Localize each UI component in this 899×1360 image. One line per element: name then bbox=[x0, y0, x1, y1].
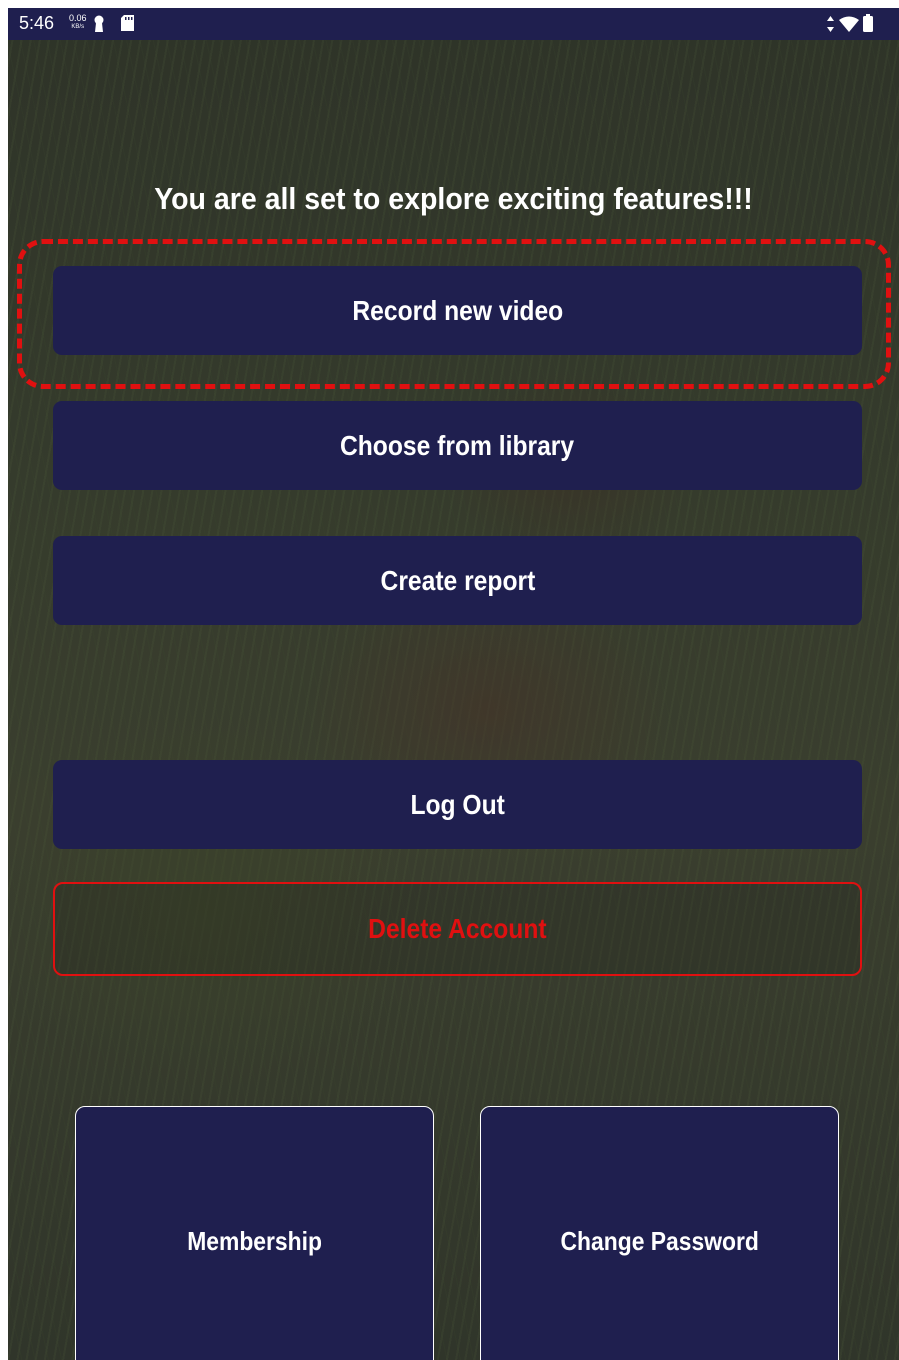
create-report-label: Create report bbox=[380, 564, 535, 596]
battery-icon bbox=[863, 14, 873, 36]
status-bar: 5:46 0.06 KB/s bbox=[8, 8, 899, 40]
delete-account-label: Delete Account bbox=[368, 913, 547, 944]
status-time: 5:46 bbox=[19, 13, 55, 33]
choose-from-library-button[interactable]: Choose from library bbox=[53, 401, 862, 490]
choose-from-library-label: Choose from library bbox=[340, 429, 575, 461]
wifi-icon bbox=[838, 16, 863, 36]
change-password-tile[interactable]: Change Password bbox=[480, 1106, 839, 1360]
membership-tile[interactable]: Membership bbox=[75, 1106, 434, 1360]
page-headline: You are all set to explore exciting feat… bbox=[154, 181, 753, 216]
app-screen: 5:46 0.06 KB/s You are all set to explor… bbox=[8, 8, 899, 1360]
network-speed: 0.06 KB/s bbox=[69, 14, 87, 32]
record-new-video-label: Record new video bbox=[352, 294, 563, 326]
status-right-icons bbox=[827, 14, 873, 37]
membership-label: Membership bbox=[187, 1225, 322, 1256]
sd-card-icon bbox=[121, 15, 134, 36]
log-out-button[interactable]: Log Out bbox=[53, 760, 862, 849]
network-speed-unit: KB/s bbox=[71, 24, 85, 30]
delete-account-button[interactable]: Delete Account bbox=[53, 882, 862, 976]
create-report-button[interactable]: Create report bbox=[53, 536, 862, 625]
log-out-label: Log Out bbox=[410, 788, 505, 820]
record-new-video-button[interactable]: Record new video bbox=[53, 266, 862, 355]
data-arrows-icon bbox=[827, 16, 838, 36]
keyhole-icon bbox=[93, 15, 105, 38]
network-speed-value: 0.06 bbox=[69, 13, 87, 23]
change-password-label: Change Password bbox=[560, 1225, 759, 1256]
